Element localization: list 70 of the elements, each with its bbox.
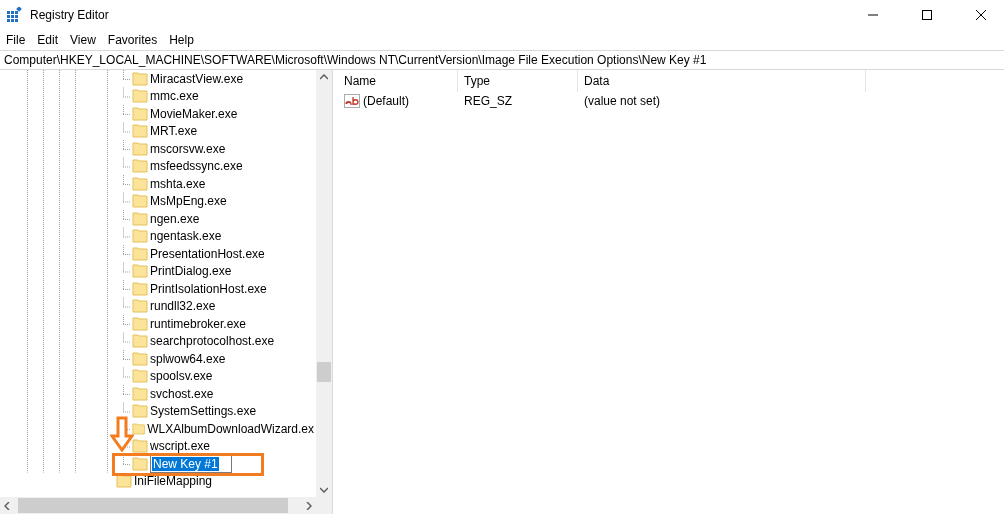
rename-field[interactable]: New Key #1 <box>150 454 232 473</box>
folder-icon <box>132 281 148 296</box>
scroll-thumb[interactable] <box>317 362 331 382</box>
scroll-down-icon[interactable] <box>320 487 328 493</box>
tree-item[interactable]: MiracastView.exe <box>148 71 246 86</box>
folder-icon <box>132 141 148 156</box>
tree-item[interactable]: MsMpEng.exe <box>148 194 229 209</box>
tree-item[interactable]: PresentationHost.exe <box>148 246 267 261</box>
scroll-right-icon[interactable] <box>306 501 312 510</box>
tree-item[interactable]: searchprotocolhost.exe <box>148 334 277 349</box>
folder-icon <box>132 456 148 471</box>
menu-item[interactable]: Favorites <box>101 30 164 50</box>
address-bar[interactable]: Computer\HKEY_LOCAL_MACHINE\SOFTWARE\Microsoft\Windows NT\CurrentVersion\Image File Execution Options\New Key #1 <box>0 50 1004 70</box>
folder-icon <box>132 176 148 191</box>
folder-icon <box>132 386 148 401</box>
string-value-icon <box>344 94 360 108</box>
folder-icon <box>132 159 148 174</box>
tree-item[interactable]: rundll32.exe <box>148 299 218 314</box>
value-type: REG_SZ <box>463 94 513 108</box>
tree-item[interactable]: mscorsvw.exe <box>148 141 228 156</box>
value-name[interactable]: (Default) <box>363 94 409 108</box>
tree-item[interactable]: ngen.exe <box>148 211 202 226</box>
tree-item[interactable]: mshta.exe <box>148 176 208 191</box>
tree-item[interactable]: splwow64.exe <box>148 351 228 366</box>
folder-icon <box>132 351 148 366</box>
tree-item[interactable]: WLXAlbumDownloadWizard.ex <box>145 421 316 436</box>
tree-item[interactable]: mmc.exe <box>148 89 201 104</box>
tree-item[interactable]: PrintDialog.exe <box>148 264 234 279</box>
tree-item[interactable]: PrintIsolationHost.exe <box>148 281 269 296</box>
folder-icon <box>132 369 148 384</box>
folder-icon <box>132 229 148 244</box>
folder-icon <box>132 264 148 279</box>
scroll-thumb[interactable] <box>18 498 288 513</box>
folder-icon <box>132 106 148 121</box>
scroll-left-icon[interactable] <box>4 501 10 510</box>
folder-icon <box>132 439 148 454</box>
folder-icon <box>132 211 148 226</box>
annotation-arrow <box>110 416 134 452</box>
tree-item[interactable]: MovieMaker.exe <box>148 106 240 121</box>
folder-icon <box>132 334 148 349</box>
tree-item[interactable]: MRT.exe <box>148 124 200 139</box>
scroll-up-icon[interactable] <box>320 74 328 80</box>
tree-item[interactable]: SystemSettings.exe <box>148 404 259 419</box>
folder-icon <box>132 404 148 419</box>
value-data: (value not set) <box>583 94 662 108</box>
menu-item[interactable]: Edit <box>31 30 65 50</box>
folder-icon <box>132 246 148 261</box>
tree-item[interactable]: IniFileMapping <box>132 474 215 489</box>
registry-icon <box>6 7 22 23</box>
vertical-scrollbar[interactable] <box>316 70 332 497</box>
maximize-icon <box>922 10 932 20</box>
tree-item[interactable]: msfeedssync.exe <box>148 159 245 174</box>
close-icon <box>976 10 986 20</box>
horizontal-scrollbar[interactable] <box>0 497 316 514</box>
folder-icon <box>132 89 148 104</box>
folder-icon <box>132 316 148 331</box>
menu-item[interactable]: Help <box>163 30 200 50</box>
menu-item[interactable]: File <box>0 30 32 50</box>
folder-icon <box>132 421 146 436</box>
folder-icon <box>132 194 148 209</box>
tree-item[interactable]: wscript.exe <box>148 439 213 454</box>
folder-icon <box>132 299 148 314</box>
menu-item[interactable]: View <box>64 30 102 50</box>
window-title: Registry Editor <box>30 8 110 22</box>
tree-item[interactable]: runtimebroker.exe <box>148 316 249 331</box>
tree-item[interactable]: svchost.exe <box>148 386 216 401</box>
folder-icon <box>132 71 148 86</box>
folder-icon <box>132 124 148 139</box>
tree-item[interactable]: ngentask.exe <box>148 229 224 244</box>
tree-item[interactable]: spoolsv.exe <box>148 369 215 384</box>
